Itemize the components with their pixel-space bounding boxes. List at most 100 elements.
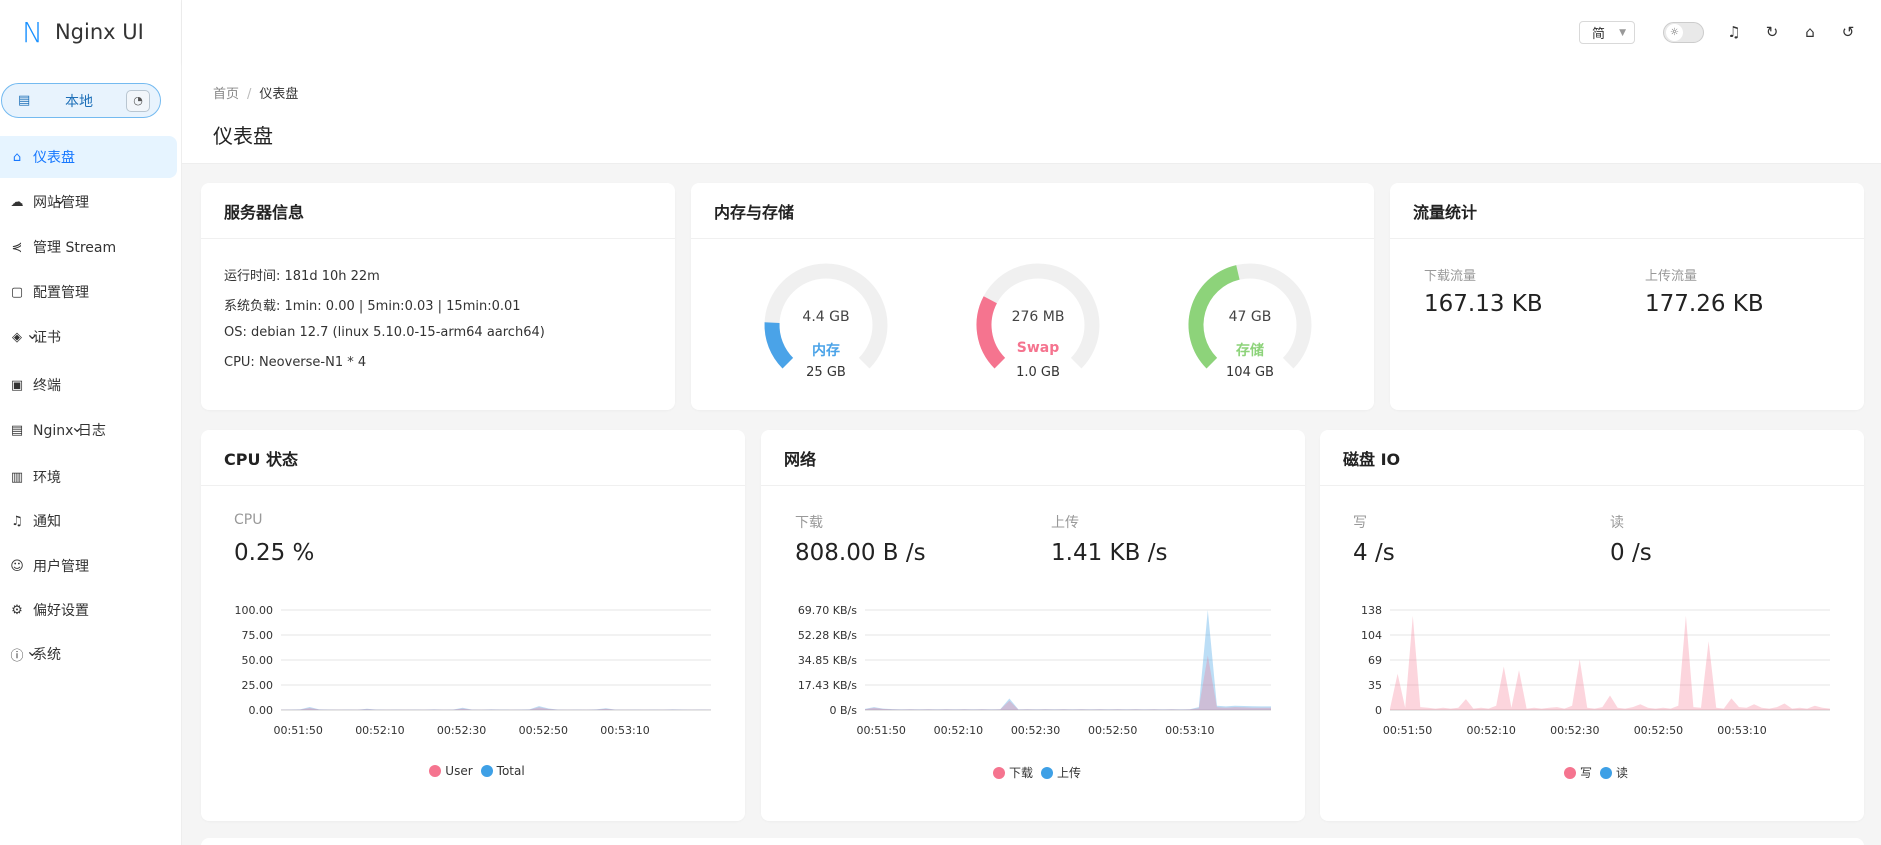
sidebar-item-label: 管理 Stream	[33, 240, 117, 256]
y-tick-label: 0.00	[249, 704, 274, 717]
traffic-title: 流量统计	[1390, 183, 1864, 239]
series-area-0	[1390, 615, 1830, 710]
y-tick-label: 25.00	[242, 679, 274, 692]
chevron-down-icon: ⌄	[25, 324, 39, 343]
x-tick-label: 00:52:10	[355, 724, 404, 737]
legend-label[interactable]: 下载	[1009, 764, 1033, 781]
upload-traffic-label: 上传流量	[1645, 269, 1698, 284]
uptime-text: 运行时间: 181d 10h 22m	[224, 269, 380, 284]
network-chart: 69.70 KB/s 52.28 KB/s 34.85 KB/s 17.43 KB/s…	[798, 604, 1271, 737]
cpu-chart: 100.00 75.00 50.00 25.00 0.00 00:51:50 00:52:1…	[235, 604, 711, 737]
disk-write-value: 4 /s	[1353, 540, 1395, 566]
load-text: 系统负载: 1min: 0.00 | 5min:0.03 | 15min:0.0…	[224, 299, 521, 314]
sidebar: N Nginx UI ▤ 本地 ◔ ⌂ 仪表盘 ☁ 网站管理 ⌄ ⋞ 管理 Stream ▢ 配…	[0, 0, 182, 845]
logout-icon[interactable]: ↺	[1838, 22, 1858, 42]
sidebar-item-label: 通知	[33, 514, 61, 530]
sidebar-item-5[interactable]: ▣ 终端	[0, 364, 61, 406]
reload-icon[interactable]: ↻	[1762, 22, 1782, 42]
disk-io-card: 磁盘 IO 写 4 /s 读 0 /s 138 104 69 35 0 00:51:50 0…	[1320, 430, 1864, 821]
legend-marker[interactable]	[1600, 766, 1612, 779]
legend-label[interactable]: Total	[497, 764, 525, 778]
share-icon: ⋞	[11, 239, 23, 255]
file-icon: ▢	[10, 284, 24, 300]
network-chart-legend: 下载 上传	[761, 764, 1305, 781]
memory-storage-title: 内存与存储	[691, 183, 1374, 239]
legend-marker[interactable]	[429, 765, 442, 777]
sidebar-item-2[interactable]: ⋞ 管理 Stream	[0, 226, 117, 268]
theme-toggle[interactable]: ☼	[1663, 22, 1704, 43]
disk-io-chart-legend: 写读	[1320, 764, 1864, 781]
y-tick-label: 75.00	[242, 629, 274, 642]
home-icon: ⌂	[12, 149, 22, 165]
x-tick-label: 00:52:50	[1634, 724, 1683, 737]
bottom-card	[201, 838, 1864, 845]
gauge-name: Swap	[1016, 340, 1060, 356]
sidebar-item-11[interactable]: ⓘ 系统 ⌄	[0, 633, 61, 675]
sidebar-item-label: 仪表盘	[33, 150, 75, 166]
x-tick-label: 00:51:50	[1383, 724, 1432, 737]
os-text: OS: debian 12.7 (linux 5.10.0-15-arm64 a…	[224, 325, 545, 340]
chevron-down-icon: ⌄	[53, 189, 67, 208]
network-up-label: 上传	[1051, 515, 1079, 531]
x-tick-label: 00:52:30	[1011, 724, 1060, 737]
sidebar-item-0[interactable]: ⌂ 仪表盘	[0, 136, 177, 178]
legend-marker[interactable]	[480, 765, 493, 777]
gauge-used: 47 GB	[1228, 309, 1272, 325]
gauge-total: 104 GB	[1226, 365, 1274, 380]
y-tick-label: 0	[1375, 704, 1382, 717]
sidebar-item-label: 终端	[33, 378, 61, 394]
chevron-down-icon: ▼	[1619, 27, 1626, 38]
cpu-card: CPU 状态 CPU 0.25 % 100.00 75.00 50.00 25.00 0…	[201, 430, 745, 821]
sidebar-item-7[interactable]: ▥ 环境	[0, 456, 61, 498]
sidebar-item-6[interactable]: ▤ Nginx 日志 ⌄	[0, 409, 106, 451]
disk-io-card-title: 磁盘 IO	[1320, 430, 1864, 486]
sidebar-item-1[interactable]: ☁ 网站管理 ⌄	[0, 181, 90, 223]
sidebar-item-10[interactable]: ⚙ 偏好设置	[0, 589, 89, 631]
sidebar-item-4[interactable]: ◈ 证书 ⌄	[0, 316, 61, 358]
legend-marker[interactable]	[1041, 766, 1053, 779]
gauge-name: 内存	[812, 343, 840, 359]
legend-marker[interactable]	[992, 766, 1005, 779]
network-up-value: 1.41 KB /s	[1051, 540, 1168, 566]
x-tick-label: 00:52:10	[1466, 724, 1515, 737]
home-icon[interactable]: ⌂	[1800, 22, 1820, 42]
dashboard-icon[interactable]: ◔	[126, 89, 150, 112]
logo[interactable]: N Nginx UI	[0, 0, 181, 64]
legend-label[interactable]: 读	[1616, 764, 1628, 781]
y-tick-label: 35	[1368, 679, 1382, 692]
gauge-used: 4.4 GB	[802, 309, 850, 325]
server-info-card: 服务器信息 运行时间: 181d 10h 22m 系统负载: 1min: 0.0…	[201, 183, 675, 410]
chevron-down-icon: ⌄	[70, 417, 84, 436]
memory-storage-card: 内存与存储 4.4 GB 内存 25 GB 276 MB Swap 1.0 GB 47 GB…	[691, 183, 1374, 410]
gauge-0: 4.4 GB 内存 25 GB	[756, 255, 896, 395]
y-tick-label: 104	[1361, 629, 1382, 642]
x-tick-label: 00:52:50	[1088, 724, 1137, 737]
y-tick-label: 100.00	[235, 604, 274, 617]
sidebar-item-3[interactable]: ▢ 配置管理	[0, 271, 89, 313]
disk-read-value: 0 /s	[1610, 540, 1652, 566]
gauge-used: 276 MB	[1011, 309, 1065, 325]
cpu-label: CPU	[234, 512, 263, 528]
network-down-value: 808.00 B /s	[795, 540, 926, 566]
y-tick-label: 34.85 KB/s	[798, 654, 857, 667]
legend-label[interactable]: 上传	[1057, 764, 1081, 781]
legend-marker[interactable]	[1563, 766, 1576, 779]
language-value: 简	[1592, 27, 1606, 42]
info-icon: ⓘ	[10, 648, 24, 664]
x-tick-label: 00:51:50	[857, 724, 906, 737]
x-tick-label: 00:52:30	[1550, 724, 1599, 737]
environment-selector[interactable]: ▤ 本地 ◔	[1, 83, 161, 118]
breadcrumb-home[interactable]: 首页	[213, 87, 239, 102]
bell-icon[interactable]: ♫	[1724, 22, 1744, 42]
y-tick-label: 69.70 KB/s	[798, 604, 857, 617]
y-tick-label: 17.43 KB/s	[798, 679, 857, 692]
legend-label[interactable]: 写	[1580, 764, 1592, 781]
sidebar-item-8[interactable]: ♫ 通知	[0, 500, 61, 542]
sidebar-item-label: 偏好设置	[33, 603, 89, 619]
legend-label[interactable]: User	[445, 764, 472, 778]
language-select[interactable]: 简 ▼	[1579, 21, 1635, 44]
y-tick-label: 69	[1368, 654, 1382, 667]
cpu-card-title: CPU 状态	[201, 430, 745, 486]
upload-traffic-value: 177.26 KB	[1645, 291, 1764, 317]
sidebar-item-9[interactable]: ☺ 用户管理	[0, 545, 89, 587]
